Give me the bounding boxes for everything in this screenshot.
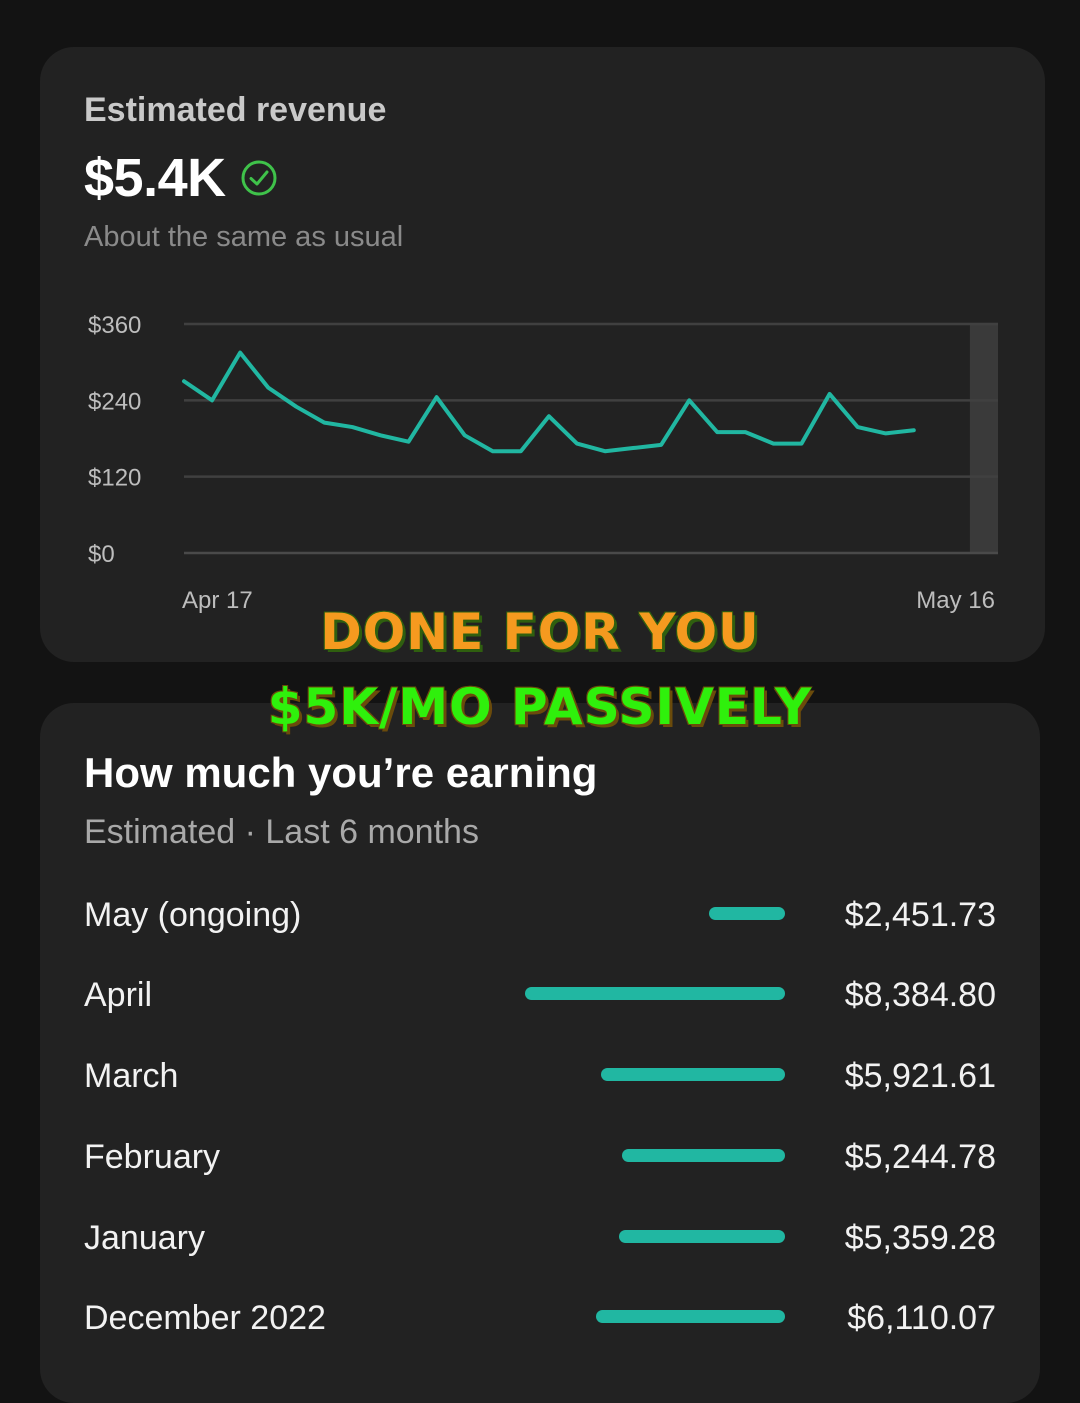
- chart-y-tick-label: $0: [88, 541, 115, 568]
- earning-row[interactable]: February $5,244.78: [40, 1138, 1040, 1188]
- earning-month-label: May (ongoing): [84, 896, 302, 934]
- earning-amount: $5,921.61: [844, 1057, 996, 1095]
- revenue-card: Estimated revenue $5.4K About the same a…: [40, 47, 1045, 662]
- earning-bar: [708, 907, 785, 920]
- earning-amount: $8,384.80: [844, 976, 996, 1014]
- earning-bar: [622, 1149, 785, 1162]
- earning-subtitle: Estimated · Last 6 months: [84, 813, 479, 851]
- promo-headline: DONE FOR YOU: [320, 603, 760, 661]
- earning-month-label: April: [84, 976, 153, 1014]
- earning-bar: [618, 1230, 785, 1243]
- earning-bar: [525, 987, 785, 1000]
- earning-month-label: January: [84, 1219, 205, 1257]
- earning-amount: $2,451.73: [844, 896, 996, 934]
- earning-card: How much you’re earning Estimated · Last…: [40, 703, 1040, 1403]
- earning-row[interactable]: May (ongoing) $2,451.73: [40, 896, 1040, 946]
- earning-amount: $5,244.78: [844, 1138, 996, 1176]
- chart-series-line: [182, 350, 916, 454]
- promo-subheadline: $5K/MO PASSIVELY: [267, 678, 813, 736]
- earning-bar: [601, 1068, 785, 1081]
- earning-amount: $6,110.07: [847, 1299, 996, 1337]
- earning-month-label: February: [84, 1138, 221, 1176]
- revenue-line-chart: $360$240$120$0Apr 17 May 16: [88, 312, 998, 614]
- earning-row[interactable]: April $8,384.80: [40, 976, 1040, 1026]
- earning-row[interactable]: March $5,921.61: [40, 1057, 1040, 1107]
- chart-y-tick-label: $360: [88, 312, 141, 339]
- chart-y-tick-label: $120: [88, 465, 141, 492]
- earning-row[interactable]: January $5,359.28: [40, 1219, 1040, 1269]
- earning-bar: [595, 1310, 785, 1323]
- earning-month-label: March: [84, 1057, 179, 1095]
- earning-row[interactable]: December 2022 $6,110.07: [40, 1299, 1040, 1349]
- chart-highlight-region: [969, 324, 998, 553]
- earning-amount: $5,359.28: [844, 1219, 996, 1257]
- earning-month-label: December 2022: [84, 1299, 326, 1337]
- earning-title: How much you’re earning: [84, 749, 598, 796]
- chart-y-tick-label: $240: [88, 388, 141, 415]
